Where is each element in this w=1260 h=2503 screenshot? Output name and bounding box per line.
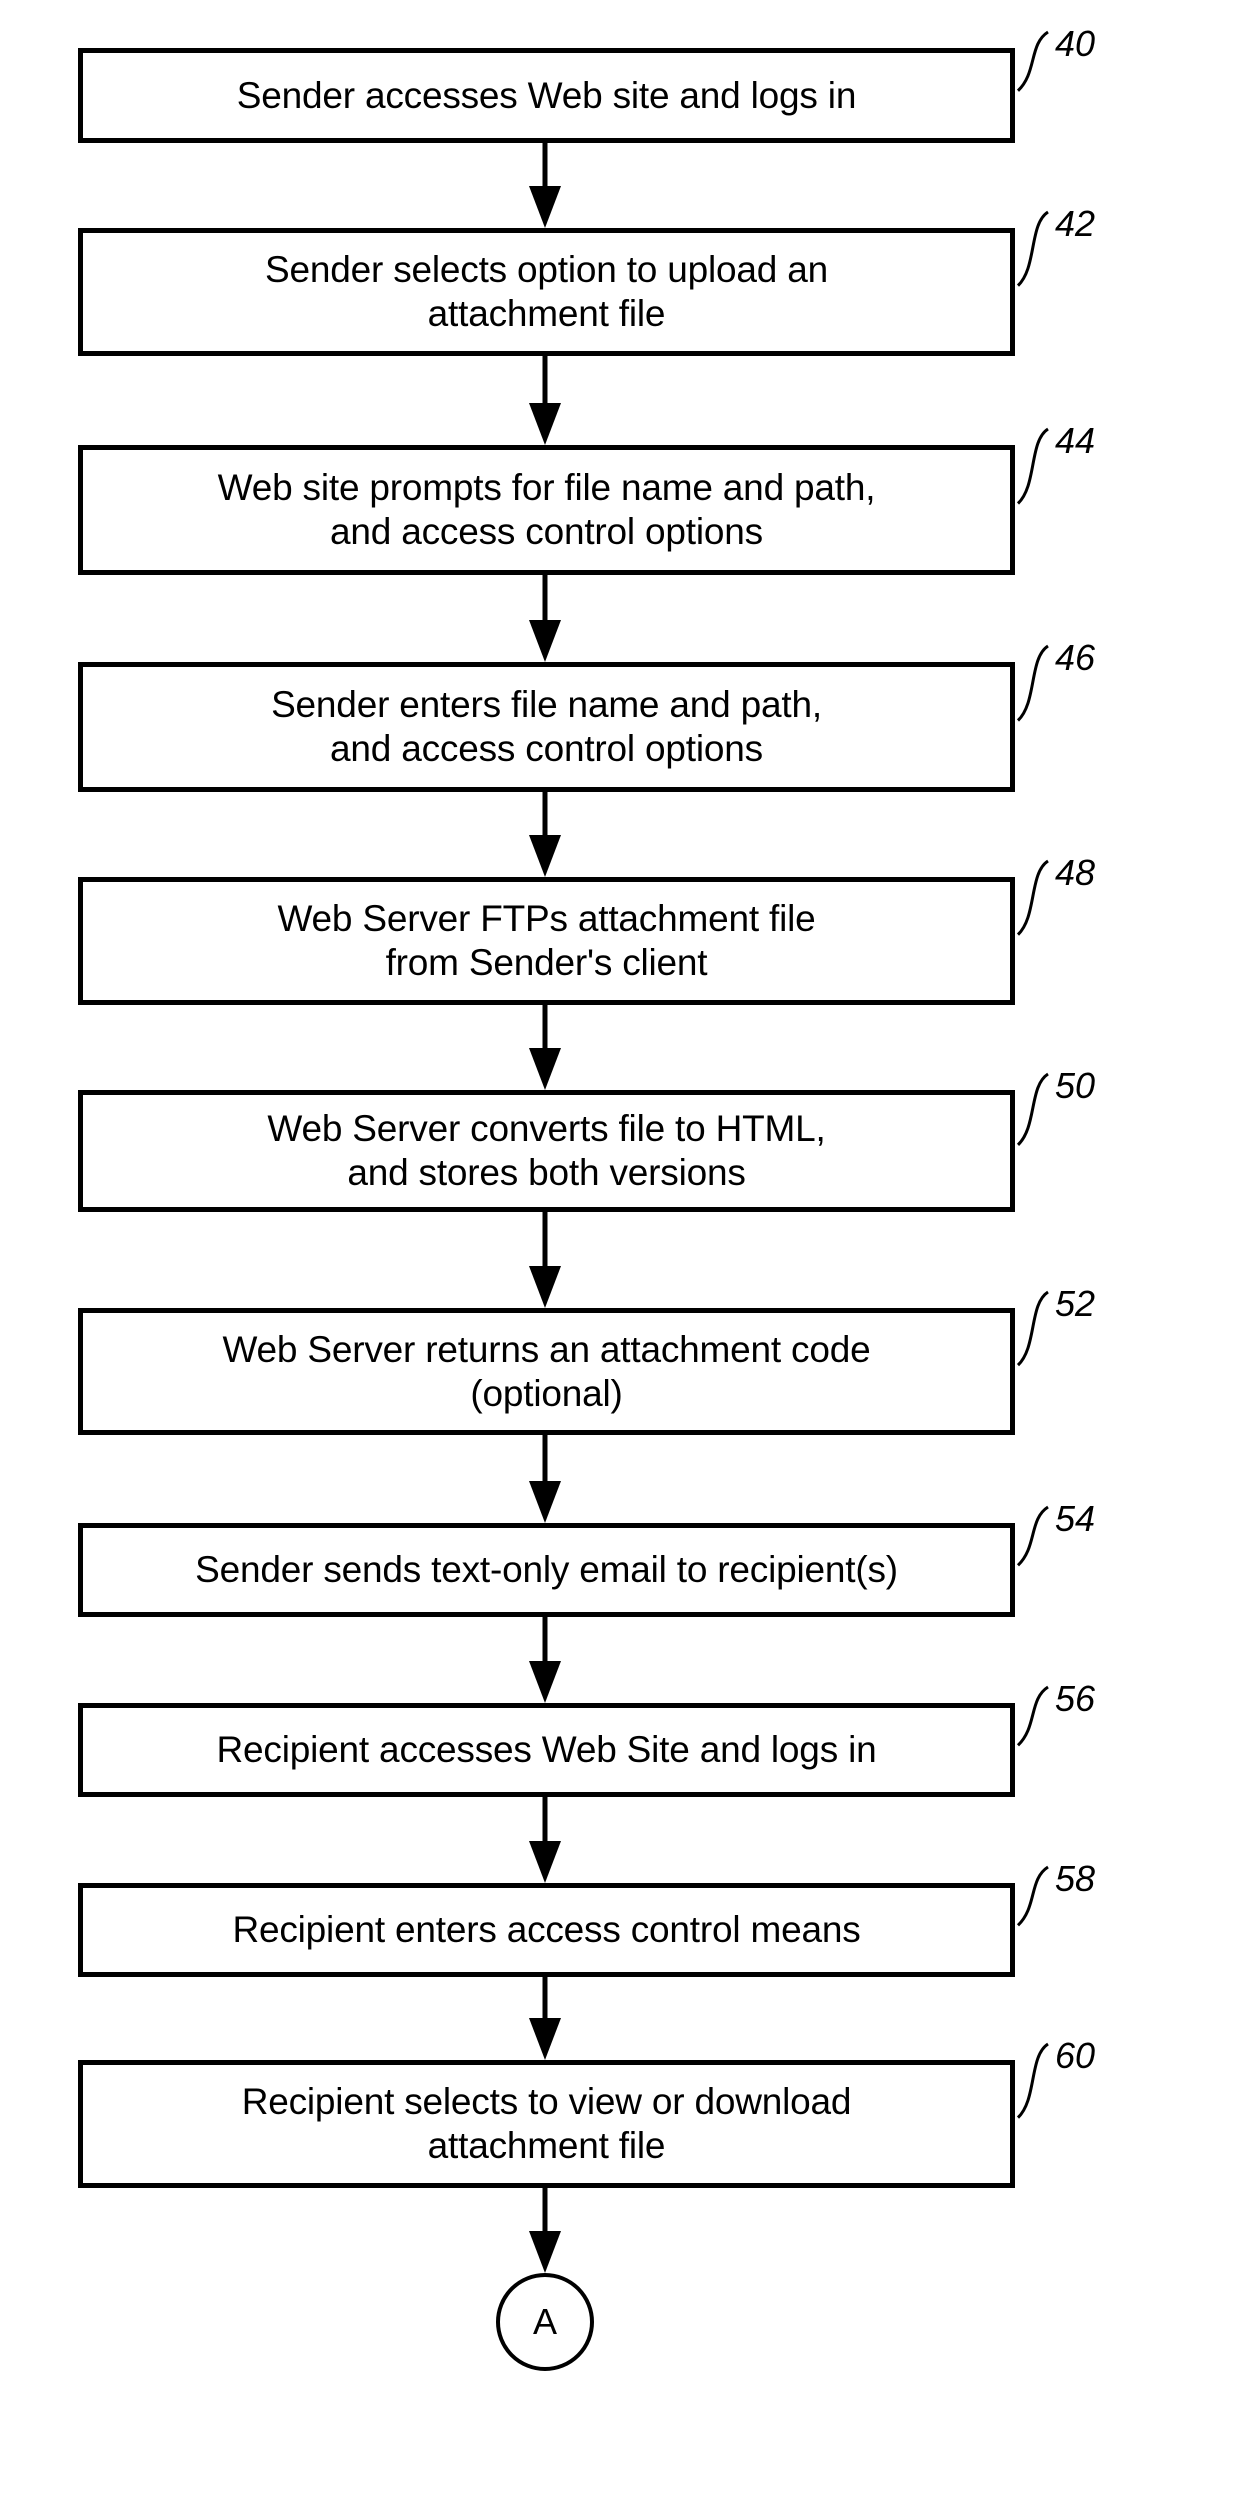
flow-arrow-head	[529, 1481, 561, 1523]
reference-numeral: 54	[1055, 1498, 1096, 1539]
step-box-52: Web Server returns an attachment code (o…	[78, 1308, 1015, 1435]
leader-line	[1016, 30, 1049, 92]
step-text: Recipient accesses Web Site and logs in	[216, 1729, 877, 1770]
leader-line	[1016, 644, 1049, 722]
flow-arrow-head	[529, 1841, 561, 1883]
connector-label: A	[532, 2301, 557, 2342]
offpage-connector: A	[496, 2273, 594, 2371]
step-text: Sender selects option to upload an attac…	[265, 249, 828, 334]
reference-numeral: 50	[1055, 1065, 1096, 1106]
leader-line	[1016, 859, 1049, 936]
step-box-60: Recipient selects to view or download at…	[78, 2060, 1015, 2188]
step-text: Sender enters file name and path, and ac…	[271, 684, 822, 769]
leader-line	[1016, 210, 1049, 287]
step-text: Sender sends text-only email to recipien…	[195, 1549, 898, 1590]
flow-arrow-head	[529, 620, 561, 662]
leader-line	[1016, 1290, 1049, 1367]
flow-arrow-head	[529, 1048, 561, 1090]
reference-numeral: 60	[1055, 2035, 1096, 2076]
flow-arrow-head	[529, 1266, 561, 1308]
step-box-58: Recipient enters access control means	[78, 1883, 1015, 1977]
step-box-42: Sender selects option to upload an attac…	[78, 228, 1015, 356]
leader-line	[1016, 1072, 1049, 1146]
step-box-44: Web site prompts for file name and path,…	[78, 445, 1015, 575]
flow-arrow-head	[529, 2231, 561, 2273]
step-text: Web Server converts file to HTML, and st…	[267, 1108, 826, 1193]
reference-numeral: 40	[1055, 23, 1096, 64]
step-box-40: Sender accesses Web site and logs in	[78, 48, 1015, 143]
reference-numeral: 52	[1055, 1283, 1096, 1324]
reference-numeral: 56	[1055, 1678, 1096, 1719]
reference-numeral: 42	[1055, 203, 1096, 244]
step-box-54: Sender sends text-only email to recipien…	[78, 1523, 1015, 1617]
step-box-50: Web Server converts file to HTML, and st…	[78, 1090, 1015, 1212]
step-text: Web Server FTPs attachment file from Sen…	[277, 898, 816, 983]
step-text: Recipient selects to view or download at…	[241, 2081, 852, 2166]
step-box-56: Recipient accesses Web Site and logs in	[78, 1703, 1015, 1797]
step-text: Web site prompts for file name and path,…	[217, 467, 876, 552]
flow-arrow-head	[529, 835, 561, 877]
step-box-46: Sender enters file name and path, and ac…	[78, 662, 1015, 792]
flow-arrow-head	[529, 1661, 561, 1703]
flow-arrow-head	[529, 186, 561, 228]
step-text: Recipient enters access control means	[232, 1909, 861, 1950]
leader-line	[1016, 1505, 1049, 1567]
leader-line	[1016, 1865, 1049, 1927]
flow-arrow-head	[529, 403, 561, 445]
leader-line	[1016, 1685, 1049, 1747]
step-text: Web Server returns an attachment code (o…	[222, 1328, 871, 1414]
leader-line	[1016, 427, 1049, 505]
step-box-48: Web Server FTPs attachment file from Sen…	[78, 877, 1015, 1005]
reference-numeral: 48	[1055, 852, 1096, 893]
step-text: Sender accesses Web site and logs in	[236, 74, 857, 116]
reference-numeral: 44	[1055, 420, 1096, 461]
reference-numeral: 46	[1055, 637, 1096, 678]
leader-line	[1016, 2042, 1049, 2119]
flow-arrow-head	[529, 2018, 561, 2060]
reference-numeral: 58	[1055, 1858, 1096, 1899]
